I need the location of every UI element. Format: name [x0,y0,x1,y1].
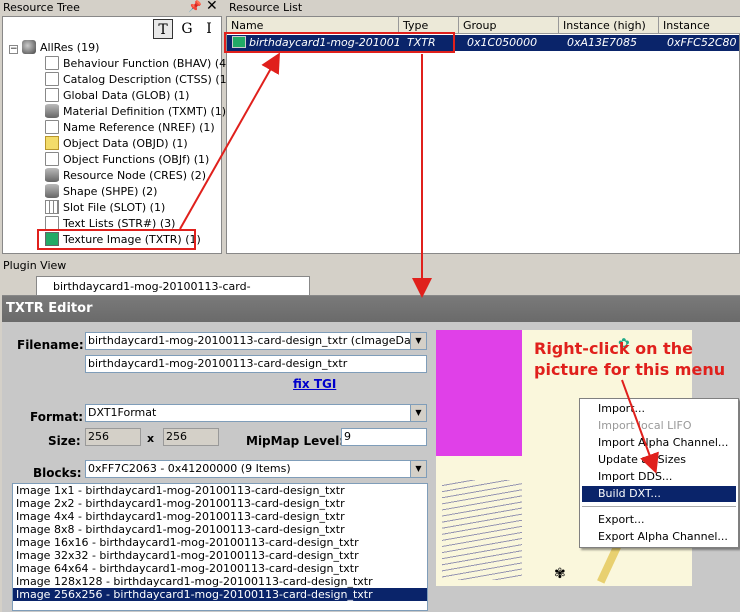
arrow-tree-to-list [179,52,280,230]
arrow-to-menu [621,379,659,474]
annotation-arrows [179,52,659,474]
